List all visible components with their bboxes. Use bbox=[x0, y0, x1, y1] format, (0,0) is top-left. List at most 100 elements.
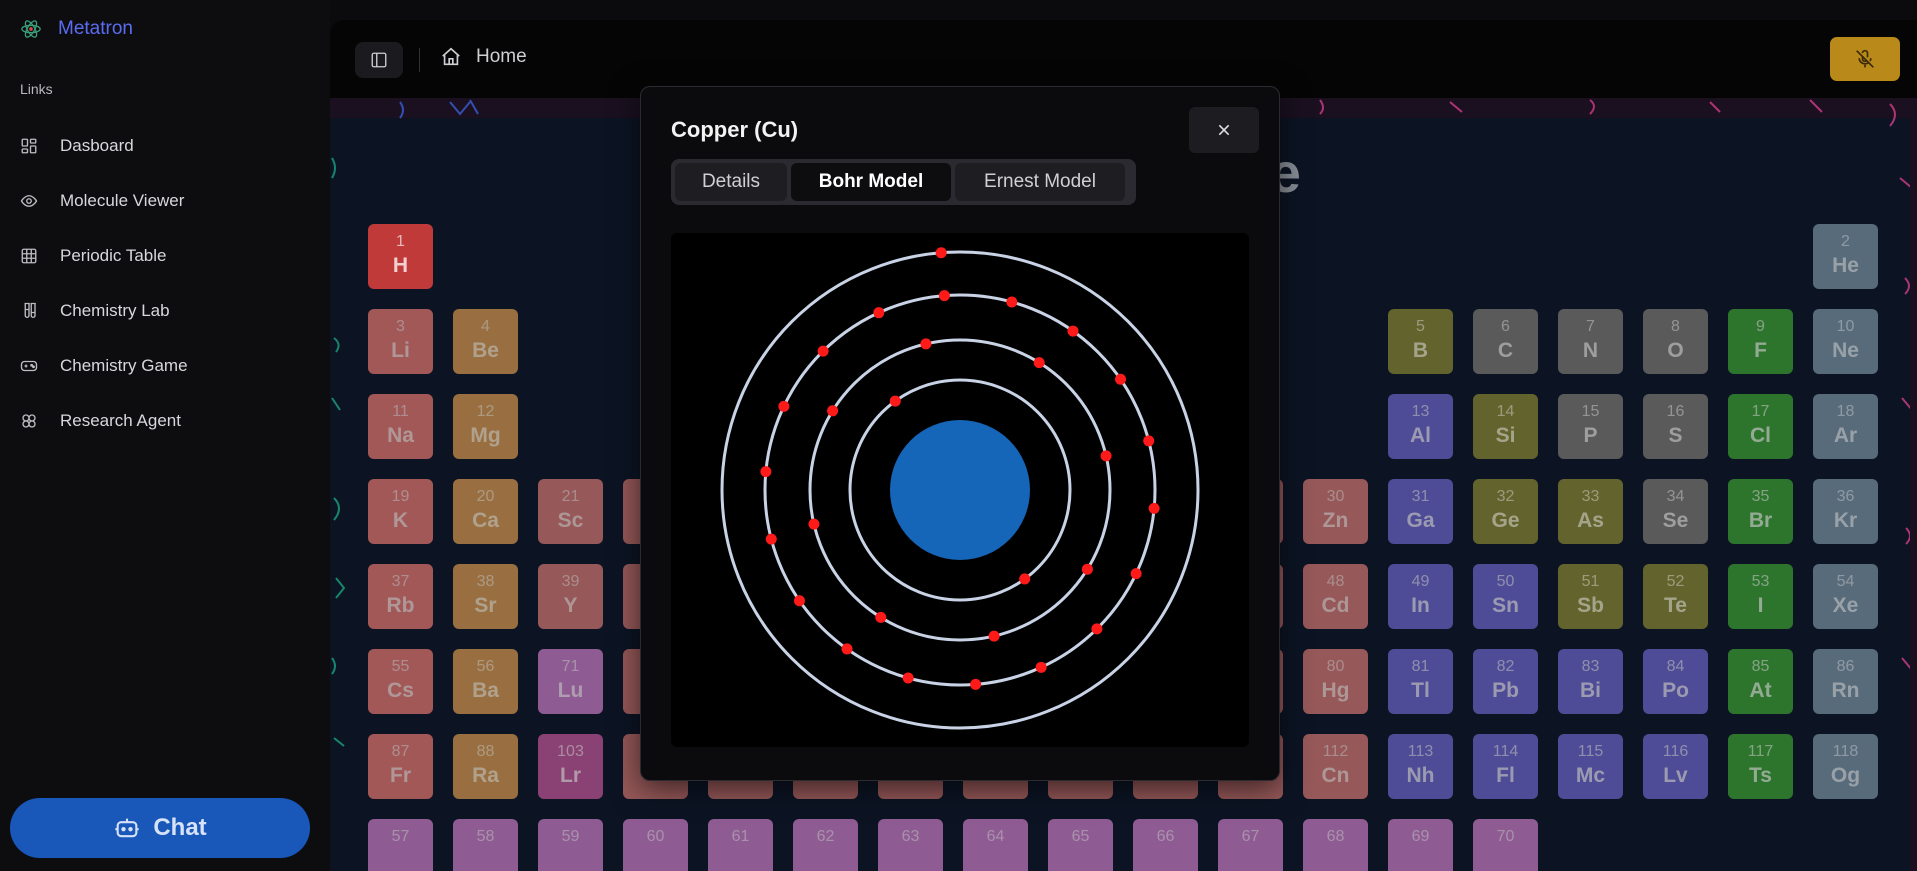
element-cell[interactable]: 13 Al bbox=[1388, 394, 1453, 459]
element-cell[interactable]: 55 Cs bbox=[368, 649, 433, 714]
element-cell[interactable]: 7N bbox=[1558, 309, 1623, 374]
element-cell[interactable]: 20 Ca bbox=[453, 479, 518, 544]
close-dialog-button[interactable] bbox=[1189, 107, 1259, 153]
element-cell[interactable]: 30 Zn bbox=[1303, 479, 1368, 544]
tab-ernest-model[interactable]: Ernest Model bbox=[955, 163, 1125, 201]
element-cell[interactable]: 85 At bbox=[1728, 649, 1793, 714]
element-symbol: Te bbox=[1664, 594, 1687, 617]
element-cell[interactable]: 14 Si bbox=[1473, 394, 1538, 459]
element-cell[interactable]: 64 bbox=[963, 819, 1028, 871]
element-number: 16 bbox=[1666, 403, 1685, 420]
element-cell[interactable]: 67 bbox=[1218, 819, 1283, 871]
element-cell[interactable]: 11 Na bbox=[368, 394, 433, 459]
element-cell[interactable]: 88 Ra bbox=[453, 734, 518, 799]
element-cell[interactable]: 71 Lu bbox=[538, 649, 603, 714]
element-cell[interactable]: 21 Sc bbox=[538, 479, 603, 544]
sidebar-item-molecule-viewer[interactable]: Molecule Viewer bbox=[20, 173, 320, 228]
close-icon bbox=[1218, 124, 1230, 136]
sidebar-item-research-agent[interactable]: Research Agent bbox=[20, 393, 320, 448]
element-cell[interactable]: 33 As bbox=[1558, 479, 1623, 544]
element-cell[interactable]: 54 Xe bbox=[1813, 564, 1878, 629]
element-cell[interactable]: 48 Cd bbox=[1303, 564, 1368, 629]
element-symbol: Sn bbox=[1492, 594, 1519, 617]
sidebar-item-dashboard[interactable]: Dasboard bbox=[20, 118, 320, 173]
element-cell[interactable]: 12 Mg bbox=[453, 394, 518, 459]
element-cell[interactable]: 49 In bbox=[1388, 564, 1453, 629]
sidebar-item-label: Dasboard bbox=[60, 135, 134, 155]
element-cell[interactable]: 53 I bbox=[1728, 564, 1793, 629]
element-cell[interactable]: 19 K bbox=[368, 479, 433, 544]
element-cell[interactable]: 2 He bbox=[1813, 224, 1878, 289]
element-cell[interactable]: 15 P bbox=[1558, 394, 1623, 459]
element-cell[interactable]: 70 bbox=[1473, 819, 1538, 871]
element-cell[interactable]: 115 Mc bbox=[1558, 734, 1623, 799]
element-cell[interactable]: 50 Sn bbox=[1473, 564, 1538, 629]
element-cell[interactable]: 81 Tl bbox=[1388, 649, 1453, 714]
element-cell[interactable]: 39 Y bbox=[538, 564, 603, 629]
element-cell[interactable]: 86 Rn bbox=[1813, 649, 1878, 714]
element-cell[interactable]: 84 Po bbox=[1643, 649, 1708, 714]
element-cell[interactable]: 31 Ga bbox=[1388, 479, 1453, 544]
element-cell[interactable]: 59 bbox=[538, 819, 603, 871]
element-cell[interactable]: 113 Nh bbox=[1388, 734, 1453, 799]
element-cell[interactable]: 82 Pb bbox=[1473, 649, 1538, 714]
sidebar-toggle-button[interactable] bbox=[355, 42, 403, 78]
element-cell[interactable]: 17 Cl bbox=[1728, 394, 1793, 459]
element-cell[interactable]: 80 Hg bbox=[1303, 649, 1368, 714]
sidebar-item-periodic-table[interactable]: Periodic Table bbox=[20, 228, 320, 283]
element-cell[interactable]: 68 bbox=[1303, 819, 1368, 871]
element-number: 58 bbox=[476, 828, 495, 845]
element-number: 54 bbox=[1836, 573, 1855, 590]
element-cell[interactable]: 114 Fl bbox=[1473, 734, 1538, 799]
element-cell[interactable]: 66 bbox=[1133, 819, 1198, 871]
breadcrumb[interactable]: Home bbox=[440, 46, 527, 68]
element-cell[interactable]: 36 Kr bbox=[1813, 479, 1878, 544]
element-symbol: Br bbox=[1748, 509, 1773, 532]
element-cell[interactable]: 83 Bi bbox=[1558, 649, 1623, 714]
sidebar-item-chemistry-lab[interactable]: Chemistry Lab bbox=[20, 283, 320, 338]
element-cell[interactable]: 69 bbox=[1388, 819, 1453, 871]
element-symbol: Nh bbox=[1406, 764, 1435, 787]
element-cell[interactable]: 63 bbox=[878, 819, 943, 871]
element-cell[interactable]: 56 Ba bbox=[453, 649, 518, 714]
element-cell[interactable]: 58 bbox=[453, 819, 518, 871]
element-number: 64 bbox=[986, 828, 1005, 845]
element-cell[interactable]: 8O bbox=[1643, 309, 1708, 374]
element-cell[interactable]: 112 Cn bbox=[1303, 734, 1368, 799]
element-cell[interactable]: 65 bbox=[1048, 819, 1113, 871]
element-cell[interactable]: 52 Te bbox=[1643, 564, 1708, 629]
robot-icon bbox=[115, 818, 139, 838]
element-cell[interactable]: 9F bbox=[1728, 309, 1793, 374]
element-cell[interactable]: 32 Ge bbox=[1473, 479, 1538, 544]
element-cell[interactable]: 37 Rb bbox=[368, 564, 433, 629]
element-cell[interactable]: 117 Ts bbox=[1728, 734, 1793, 799]
element-cell[interactable]: 4 Be bbox=[453, 309, 518, 374]
element-cell[interactable]: 118 Og bbox=[1813, 734, 1878, 799]
tab-details[interactable]: Details bbox=[675, 163, 787, 201]
element-cell[interactable]: 6C bbox=[1473, 309, 1538, 374]
element-cell[interactable]: 10 Ne bbox=[1813, 309, 1878, 374]
element-cell[interactable]: 61 bbox=[708, 819, 773, 871]
element-cell[interactable]: 5B bbox=[1388, 309, 1453, 374]
element-cell[interactable]: 116 Lv bbox=[1643, 734, 1708, 799]
element-cell[interactable]: 51 Sb bbox=[1558, 564, 1623, 629]
sidebar-item-chemistry-game[interactable]: Chemistry Game bbox=[20, 338, 320, 393]
element-number: 82 bbox=[1496, 658, 1515, 675]
element-cell[interactable]: 87 Fr bbox=[368, 734, 433, 799]
element-cell[interactable]: 57 bbox=[368, 819, 433, 871]
element-cell[interactable]: 62 bbox=[793, 819, 858, 871]
element-cell[interactable]: 103 Lr bbox=[538, 734, 603, 799]
element-cell[interactable]: 38 Sr bbox=[453, 564, 518, 629]
tab-bohr-model[interactable]: Bohr Model bbox=[791, 163, 951, 201]
chat-button[interactable]: Chat bbox=[10, 798, 310, 858]
element-cell[interactable]: 60 bbox=[623, 819, 688, 871]
element-cell[interactable]: 34 Se bbox=[1643, 479, 1708, 544]
element-cell[interactable]: 16 S bbox=[1643, 394, 1708, 459]
element-cell[interactable]: 35 Br bbox=[1728, 479, 1793, 544]
element-cell[interactable]: 3 Li bbox=[368, 309, 433, 374]
element-cell[interactable]: 18 Ar bbox=[1813, 394, 1878, 459]
element-symbol: N bbox=[1582, 339, 1599, 362]
mic-toggle-button[interactable] bbox=[1830, 37, 1900, 81]
element-cell[interactable]: 1H bbox=[368, 224, 433, 289]
brand[interactable]: Metatron bbox=[20, 18, 133, 40]
